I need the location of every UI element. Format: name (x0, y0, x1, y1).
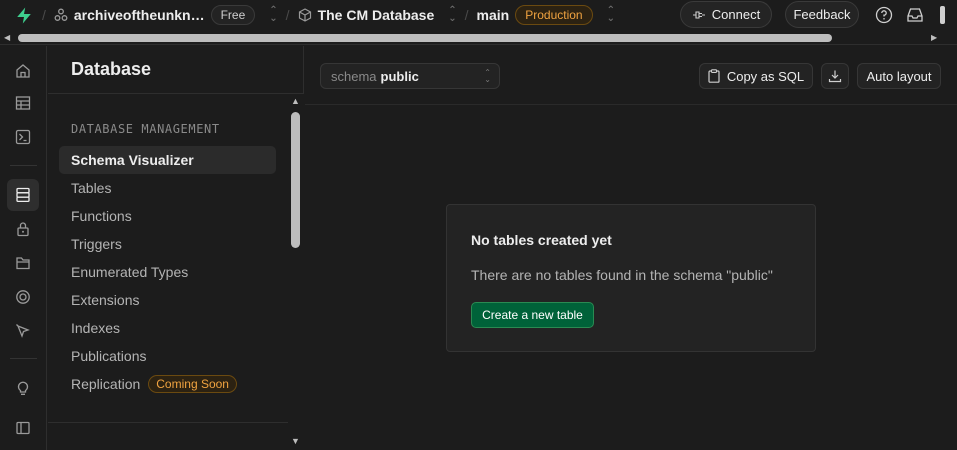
schema-select-label: schema (331, 68, 377, 84)
clipboard-icon (708, 69, 720, 83)
download-icon (828, 70, 842, 83)
menu-item-label: Indexes (71, 320, 121, 336)
rail-divider (10, 358, 37, 359)
branch-breadcrumb[interactable]: main Production ⌃ ⌄ (477, 5, 615, 25)
database-side-menu: Database DATABASE MANAGEMENT Schema Visu… (48, 46, 304, 450)
empty-state-card: No tables created yet There are no table… (446, 204, 816, 352)
org-breadcrumb[interactable]: archiveoftheunkn… Free ⌃ ⌄ (54, 5, 278, 25)
connect-label: Connect (711, 7, 761, 22)
home-icon[interactable] (7, 55, 39, 87)
scroll-right-icon[interactable]: ▶ (931, 33, 937, 42)
menu-item-label: Replication (71, 376, 141, 392)
scrollbar-thumb[interactable] (291, 112, 300, 248)
menu-divider (48, 422, 288, 423)
scrollbar-thumb[interactable] (18, 34, 832, 42)
environment-badge: Production (515, 5, 593, 25)
section-label: DATABASE MANAGEMENT (71, 122, 220, 136)
advisors-lightbulb-icon[interactable] (7, 372, 39, 404)
auto-layout-label: Auto layout (866, 68, 932, 84)
create-table-button[interactable]: Create a new table (471, 302, 594, 328)
supabase-logo-icon[interactable] (14, 5, 34, 25)
menu-item-schema-visualizer[interactable]: Schema Visualizer (59, 146, 276, 174)
toolbar: schema public ⌃ ⌄ Copy as SQL Auto layout (305, 46, 957, 105)
menu-item-label: Functions (71, 208, 132, 224)
download-button[interactable] (821, 63, 849, 89)
plan-badge: Free (210, 5, 256, 25)
top-bar: / archiveoftheunkn… Free ⌃ ⌄ / The CM Dat… (0, 0, 957, 30)
rail-divider (10, 165, 37, 166)
inbox-icon[interactable] (903, 3, 927, 27)
menu-item-label: Triggers (71, 236, 122, 252)
menu-item-label: Enumerated Types (71, 264, 189, 280)
table-editor-icon[interactable] (7, 87, 39, 119)
breadcrumb-separator: / (464, 7, 469, 23)
empty-state-title: No tables created yet (471, 232, 612, 248)
toggle-sidebar-icon[interactable] (7, 412, 39, 444)
menu-item-label: Schema Visualizer (71, 152, 194, 168)
feedback-label: Feedback (793, 7, 851, 22)
scroll-down-icon[interactable]: ▼ (291, 436, 300, 446)
auto-layout-button[interactable]: Auto layout (857, 63, 941, 89)
schema-select[interactable]: schema public ⌃ ⌄ (320, 63, 500, 89)
project-box-icon (298, 8, 311, 22)
database-icon[interactable] (7, 179, 39, 211)
chevron-up-down-icon: ⌃ ⌄ (484, 68, 491, 84)
project-name: The CM Database (317, 7, 435, 23)
menu-item-extensions[interactable]: Extensions (59, 286, 276, 314)
schema-select-value: public (380, 68, 419, 84)
project-switcher-icon[interactable]: ⌃ ⌄ (448, 6, 456, 24)
icon-rail (0, 46, 47, 450)
copy-as-sql-button[interactable]: Copy as SQL (699, 63, 813, 89)
connect-button[interactable]: Connect (680, 1, 772, 28)
breadcrumb-separator: / (285, 7, 290, 23)
edge-functions-cursor-icon[interactable] (7, 315, 39, 347)
copy-as-sql-label: Copy as SQL (726, 68, 805, 84)
avatar[interactable] (940, 6, 945, 24)
breadcrumb-separator: / (42, 7, 46, 23)
menu-item-triggers[interactable]: Triggers (59, 230, 276, 258)
menu-item-functions[interactable]: Functions (59, 202, 276, 230)
project-breadcrumb[interactable]: The CM Database ⌃ ⌄ (298, 6, 457, 24)
menu-item-tables[interactable]: Tables (59, 174, 276, 202)
empty-state-description: There are no tables found in the schema … (471, 267, 773, 283)
menu-item-label: Publications (71, 348, 147, 364)
horizontal-scrollbar[interactable]: ◀ ▶ (0, 30, 957, 45)
organization-icon (54, 8, 68, 21)
org-switcher-icon[interactable]: ⌃ ⌄ (269, 6, 277, 24)
realtime-icon[interactable] (7, 281, 39, 313)
branch-switcher-icon[interactable]: ⌃ ⌄ (607, 6, 615, 24)
branch-name: main (476, 7, 510, 23)
menu-item-enumerated-types[interactable]: Enumerated Types (59, 258, 276, 286)
scroll-left-icon[interactable]: ◀ (4, 33, 10, 42)
coming-soon-badge: Coming Soon (148, 375, 237, 393)
scroll-up-icon[interactable]: ▲ (291, 96, 300, 106)
storage-icon[interactable] (7, 247, 39, 279)
menu-item-publications[interactable]: Publications (59, 342, 276, 370)
schema-visualizer-panel: schema public ⌃ ⌄ Copy as SQL Auto layout… (305, 46, 957, 450)
menu-item-label: Tables (71, 180, 112, 196)
sql-editor-icon[interactable] (7, 121, 39, 153)
feedback-button[interactable]: Feedback (785, 1, 859, 28)
side-menu-scrollbar[interactable]: ▲ ▼ (288, 94, 304, 450)
side-menu-title: Database (48, 46, 303, 94)
menu-item-replication[interactable]: Replication Coming Soon (59, 370, 276, 398)
plug-icon (692, 10, 705, 19)
menu-item-indexes[interactable]: Indexes (59, 314, 276, 342)
org-name: archiveoftheunkn… (73, 7, 205, 23)
menu-item-label: Extensions (71, 292, 140, 308)
help-icon[interactable] (872, 3, 896, 27)
authentication-lock-icon[interactable] (7, 213, 39, 245)
